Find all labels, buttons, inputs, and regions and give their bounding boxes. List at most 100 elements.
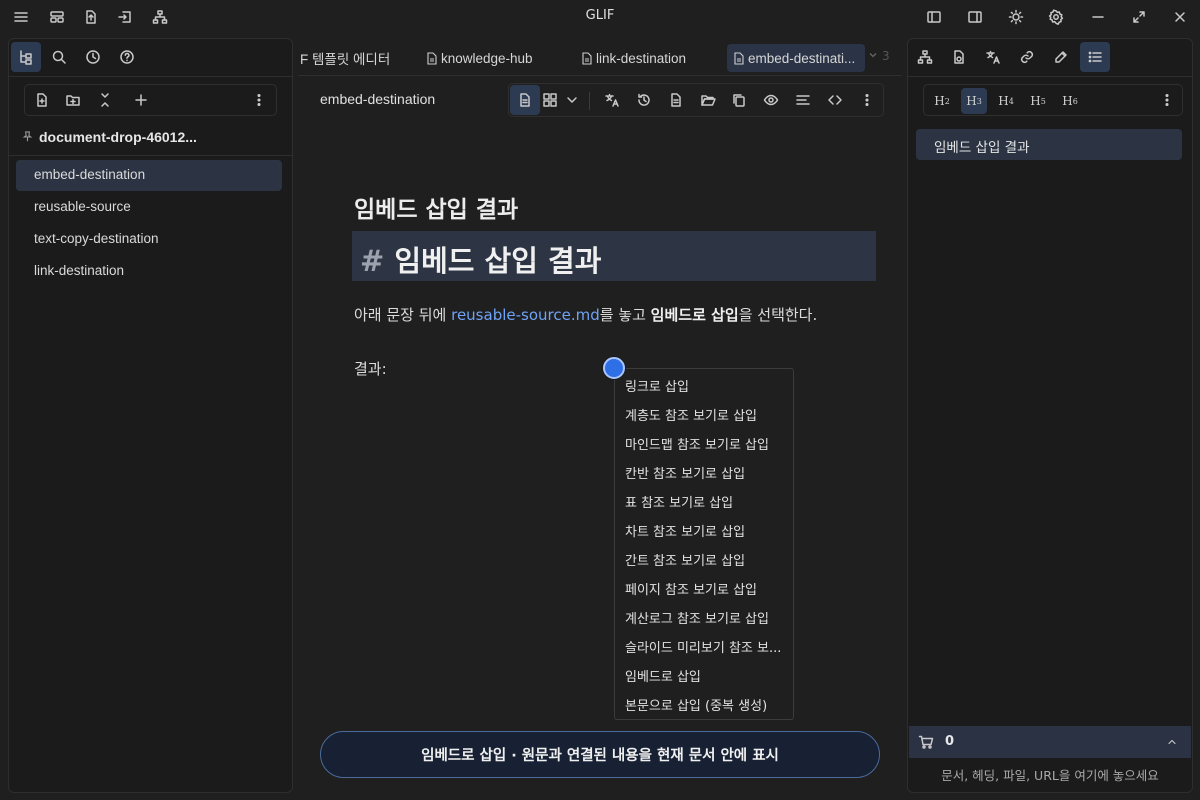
- page-icon[interactable]: [661, 85, 691, 115]
- link-icon[interactable]: [1012, 42, 1042, 72]
- edit-icon[interactable]: [1046, 42, 1076, 72]
- heading-level-toolbar: H2 H3 H4 H5 H6: [923, 84, 1183, 116]
- outline-item[interactable]: 임베드 삽입 결과: [916, 129, 1182, 160]
- bold-text: 임베드로 삽입: [650, 306, 739, 324]
- right-panel-tabs: [908, 39, 1192, 77]
- drop-zone-hint[interactable]: 문서, 헤딩, 파일, URL을 여기에 놓으세요: [908, 765, 1192, 784]
- menu-item-insert-slide-preview[interactable]: 슬라이드 미리보기 참조 보...: [625, 637, 790, 661]
- heading-level-h3[interactable]: H3: [961, 88, 987, 114]
- toggle-right-sidebar-icon[interactable]: [960, 2, 990, 32]
- vault-name[interactable]: document-drop-46012...: [39, 129, 197, 145]
- settings-gear-icon[interactable]: [1041, 2, 1071, 32]
- tab-overflow-chevron-icon[interactable]: [868, 50, 878, 63]
- menu-item-insert-mindmap[interactable]: 마인드맵 참조 보기로 삽입: [625, 434, 790, 458]
- chevron-down-icon[interactable]: [557, 85, 587, 115]
- file-item-text-copy-destination[interactable]: text-copy-destination: [16, 224, 282, 255]
- tab-overflow-count[interactable]: 3: [882, 49, 890, 63]
- menu-item-insert-link[interactable]: 링크로 삽입: [625, 376, 790, 400]
- cart-count: 0: [945, 734, 955, 749]
- menu-item-insert-page[interactable]: 페이지 참조 보기로 삽입: [625, 579, 790, 603]
- sidebar-tabs: [9, 39, 292, 77]
- history-clock-icon[interactable]: [78, 42, 108, 72]
- theme-sun-icon[interactable]: [1001, 2, 1031, 32]
- pin-icon[interactable]: [22, 131, 33, 145]
- heading-level-h5[interactable]: H5: [1025, 88, 1051, 114]
- heading-source-label: 임베드 삽입 결과: [394, 244, 602, 278]
- file-item-embed-destination[interactable]: embed-destination: [16, 160, 282, 191]
- document-toolbar: [508, 83, 884, 117]
- collapse-all-icon[interactable]: [90, 85, 120, 115]
- heading-source-block[interactable]: # 임베드 삽입 결과: [352, 231, 876, 281]
- menu-item-insert-calclog[interactable]: 계산로그 참조 보기로 삽입: [625, 608, 790, 632]
- file-tree-icon[interactable]: [11, 42, 41, 72]
- close-icon[interactable]: [1165, 2, 1195, 32]
- file-sync-icon[interactable]: [944, 42, 974, 72]
- heading-level-h6[interactable]: H6: [1057, 88, 1083, 114]
- menu-item-insert-hierarchy[interactable]: 계층도 참조 보기로 삽입: [625, 405, 790, 429]
- align-text-icon[interactable]: [788, 85, 818, 115]
- tab-knowledge-hub[interactable]: knowledge-hub: [426, 44, 533, 72]
- tab-label: link-destination: [596, 50, 687, 66]
- menu-item-insert-embed[interactable]: 임베드로 삽입: [625, 666, 790, 690]
- history-icon[interactable]: [629, 85, 659, 115]
- add-icon[interactable]: [126, 85, 156, 115]
- menu-item-insert-gantt[interactable]: 간트 참조 보기로 삽입: [625, 550, 790, 574]
- translate-icon[interactable]: [597, 85, 627, 115]
- menu-item-insert-body[interactable]: 본문으로 삽입 (중복 생성): [625, 695, 790, 719]
- source-code-icon[interactable]: [820, 85, 850, 115]
- minimize-icon[interactable]: [1083, 2, 1113, 32]
- tab-label: embed-destinati...: [748, 50, 856, 66]
- menu-item-insert-kanban[interactable]: 칸반 참조 보기로 삽입: [625, 463, 790, 487]
- preview-eye-icon[interactable]: [756, 85, 786, 115]
- paragraph: 아래 문장 뒤에 reusable-source.md를 놓고 임베드로 삽입을…: [354, 304, 817, 325]
- heading-source-text: # 임베드 삽입 결과: [360, 238, 601, 280]
- new-folder-icon[interactable]: [58, 85, 88, 115]
- outline-list-icon[interactable]: [1080, 42, 1110, 72]
- file-toolbar: [24, 84, 277, 116]
- cart-bar[interactable]: 0: [909, 726, 1191, 758]
- copy-icon[interactable]: [724, 85, 754, 115]
- document-icon: [427, 51, 437, 65]
- right-panel: H2 H3 H4 H5 H6 임베드 삽입 결과 0 문서, 헤딩, 파일, U…: [907, 38, 1193, 793]
- heading-level-h2[interactable]: H2: [929, 88, 955, 114]
- tab-template-editor[interactable]: F 템플릿 에디터: [300, 44, 390, 72]
- search-icon[interactable]: [44, 42, 74, 72]
- translate-icon[interactable]: [978, 42, 1008, 72]
- paragraph-text: 을 선택한다.: [738, 306, 818, 324]
- hint-banner: 임베드로 삽입 · 원문과 연결된 내용을 현재 문서 안에 표시: [320, 731, 880, 778]
- help-icon[interactable]: [112, 42, 142, 72]
- hierarchy-icon[interactable]: [910, 42, 940, 72]
- more-options-icon[interactable]: [244, 85, 274, 115]
- file-link[interactable]: reusable-source.md: [451, 306, 600, 324]
- heading-hash: #: [360, 244, 385, 278]
- title-bar: GLIF: [0, 0, 1200, 34]
- more-options-icon[interactable]: [852, 85, 882, 115]
- heading-level-h4[interactable]: H4: [993, 88, 1019, 114]
- tab-label: knowledge-hub: [441, 50, 533, 66]
- tab-bar: F 템플릿 에디터 knowledge-hub link-destination…: [298, 38, 902, 76]
- insert-context-menu: 링크로 삽입 계층도 참조 보기로 삽입 마인드맵 참조 보기로 삽입 칸반 참…: [614, 368, 794, 720]
- menu-item-insert-chart[interactable]: 차트 참조 보기로 삽입: [625, 521, 790, 545]
- paragraph-text: 아래 문장 뒤에: [354, 306, 452, 324]
- paragraph-text: 를 놓고: [599, 306, 651, 324]
- menu-item-insert-table[interactable]: 표 참조 보기로 삽입: [625, 492, 790, 516]
- folder-open-icon[interactable]: [693, 85, 723, 115]
- rendered-heading: 임베드 삽입 결과: [354, 197, 519, 223]
- file-item-reusable-source[interactable]: reusable-source: [16, 192, 282, 223]
- divider: [9, 155, 292, 156]
- chevron-up-icon[interactable]: [1157, 727, 1187, 757]
- tab-link-destination[interactable]: link-destination: [581, 44, 686, 72]
- toggle-left-sidebar-icon[interactable]: [919, 2, 949, 32]
- file-item-link-destination[interactable]: link-destination: [16, 256, 282, 287]
- maximize-icon[interactable]: [1124, 2, 1154, 32]
- cart-icon: [911, 727, 941, 757]
- document-title: embed-destination: [320, 91, 436, 107]
- document-icon: [734, 51, 744, 65]
- toolbar-divider: [589, 92, 590, 110]
- more-options-icon[interactable]: [1152, 85, 1182, 115]
- tab-embed-destination[interactable]: embed-destinati...: [727, 44, 865, 72]
- left-sidebar: document-drop-46012... embed-destination…: [8, 38, 293, 793]
- tab-label: F 템플릿 에디터: [300, 52, 391, 67]
- new-file-icon[interactable]: [27, 85, 57, 115]
- document-icon: [582, 51, 592, 65]
